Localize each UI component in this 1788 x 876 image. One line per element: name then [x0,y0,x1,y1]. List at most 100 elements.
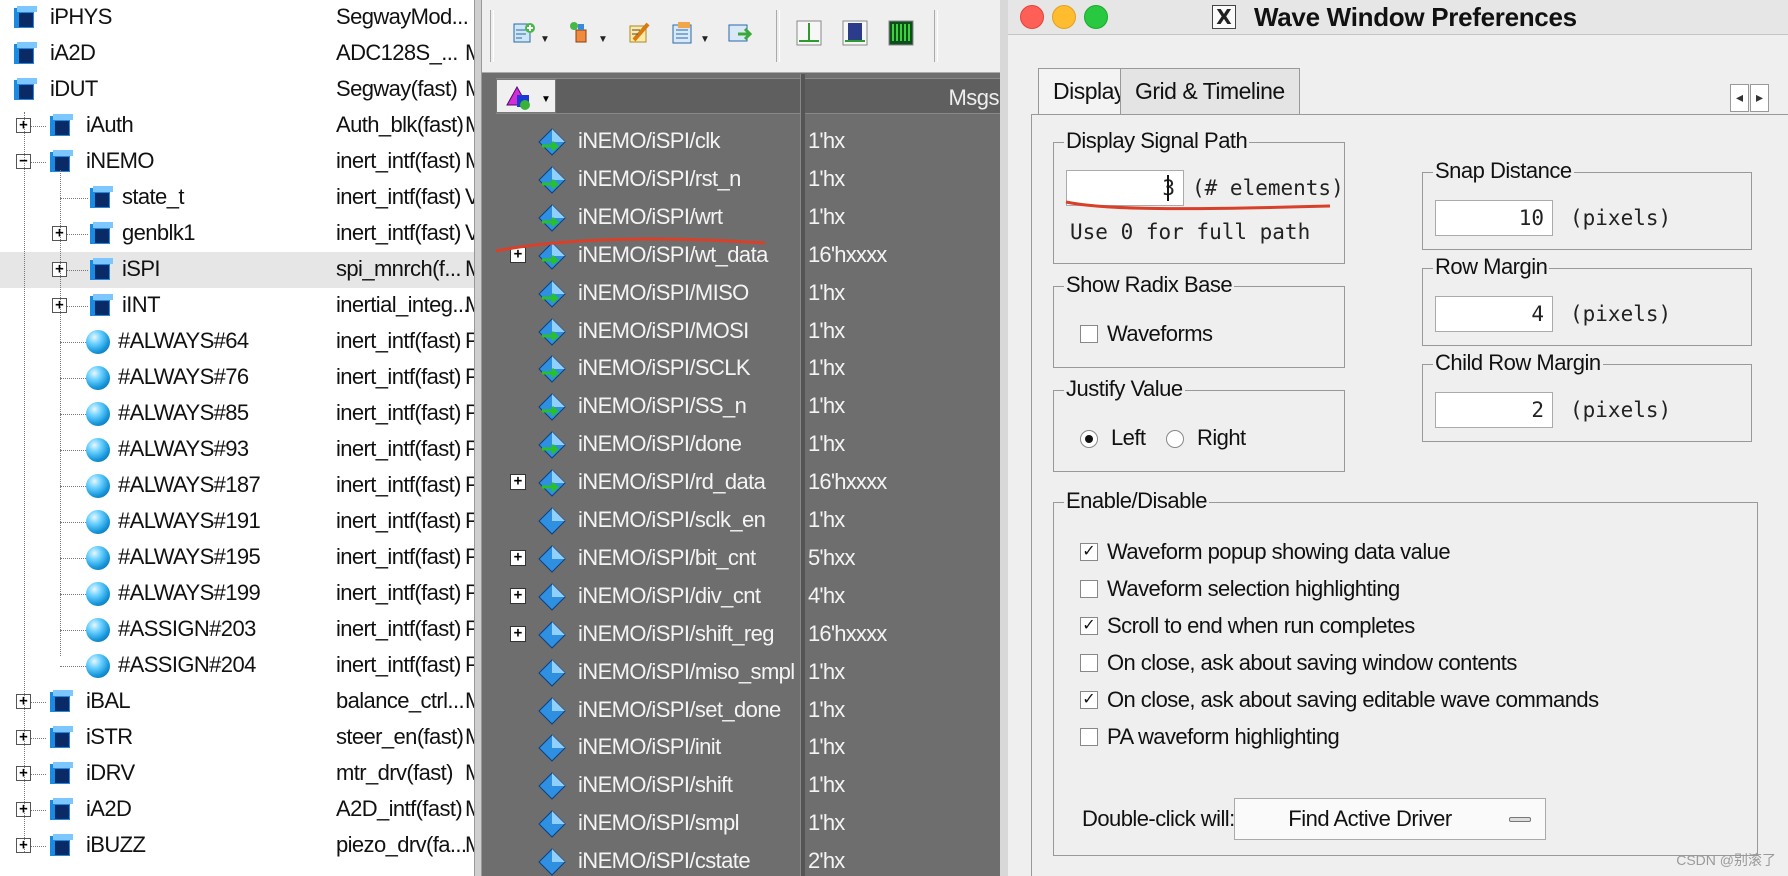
hierarchy-row[interactable]: #ALWAYS#76 inert_intf(fast) P [0,360,474,396]
design-unit: inert_intf(fast) [336,184,462,209]
enable-option-label: On close, ask about saving editable wave… [1107,687,1599,712]
tab-scroll-right-button[interactable]: ▸ [1750,84,1769,112]
design-unit: inert_intf(fast) [336,508,462,533]
snap-distance-input[interactable]: 10 [1435,200,1553,236]
instance-name: iSPI [122,256,161,281]
hierarchy-row[interactable]: #ALWAYS#191 inert_intf(fast) P [0,504,474,540]
window-title: Wave Window Preferences [1254,2,1577,32]
instance-name: iA2D [86,796,132,821]
waveforms-radix-checkbox[interactable] [1080,325,1098,343]
hierarchy-row[interactable]: iDUT Segway(fast) M [0,72,474,108]
hierarchy-row[interactable]: #ALWAYS#64 inert_intf(fast) P [0,324,474,360]
design-unit: steer_en(fast) [336,724,464,749]
group-legend: Enable/Disable [1064,488,1209,514]
instance-name: #ASSIGN#203 [118,616,256,641]
instance-name: #ALWAYS#195 [118,544,261,569]
design-unit-type: M [465,760,474,786]
design-unit-type: M [465,796,474,822]
instance-name: iBAL [86,688,131,713]
process-icon [86,546,110,570]
instance-name: #ALWAYS#76 [118,364,249,389]
tree-connector [60,594,88,595]
design-unit: inert_intf(fast) [336,148,462,173]
hierarchy-row[interactable]: #ALWAYS#199 inert_intf(fast) P [0,576,474,612]
tab-grid-timeline[interactable]: Grid & Timeline [1120,68,1300,114]
instance-icon [50,726,73,748]
design-unit-type: P [465,436,474,461]
hierarchy-row[interactable]: #ALWAYS#93 inert_intf(fast) P [0,432,474,468]
child-row-margin-input[interactable]: 2 [1435,392,1553,428]
preferences-dialog: X Wave Window Preferences Display Grid &… [1008,0,1788,876]
panel-divider[interactable] [474,0,482,876]
enable-option-label: Waveform popup showing data value [1107,539,1451,564]
enable-option-checkbox[interactable] [1080,728,1098,746]
titlebar: X Wave Window Preferences [1008,0,1788,35]
design-unit: inert_intf(fast) [336,544,462,569]
close-window-button[interactable] [1020,5,1044,29]
design-unit-type: M [465,832,474,858]
process-icon [86,402,110,426]
design-unit: ADC128S_... [336,40,458,65]
design-unit-type: M [465,76,474,102]
hierarchy-row[interactable]: #ASSIGN#204 inert_intf(fast) P [0,648,474,684]
hierarchy-row[interactable]: +iDRVmtr_drv(fast)M [0,756,474,792]
tree-connector [60,170,61,656]
annotation-underline [1065,200,1331,211]
enable-option-checkbox[interactable]: ✓ [1080,691,1098,709]
hierarchy-row[interactable]: iPHYS SegwayMod... [0,0,474,36]
child-row-margin-unit: (pixels) [1570,398,1672,422]
enable-option-checkbox[interactable] [1080,654,1098,672]
process-icon [86,582,110,606]
zoom-window-button[interactable] [1084,5,1108,29]
hierarchy-row[interactable]: +iBALbalance_ctrl...M [0,684,474,720]
design-unit: spi_mnrch(f... [336,256,461,281]
enable-option-checkbox[interactable]: ✓ [1080,543,1098,561]
tree-connector [60,486,88,487]
hierarchy-row[interactable]: +iA2DA2D_intf(fast)M [0,792,474,828]
enable-option-label: Scroll to end when run completes [1107,613,1415,638]
instance-name: #ALWAYS#191 [118,508,261,533]
hierarchy-row[interactable]: +iSTRsteer_en(fast)M [0,720,474,756]
design-unit: mtr_drv(fast) [336,760,453,785]
justify-left-radio[interactable] [1080,430,1098,448]
hierarchy-row[interactable]: #ALWAYS#195 inert_intf(fast) P [0,540,474,576]
x11-app-icon: X [1212,5,1236,29]
instance-icon [50,114,73,136]
hierarchy-row[interactable]: + genblk1 inert_intf(fast) V [0,216,474,252]
hierarchy-row[interactable]: #ALWAYS#85 inert_intf(fast) P [0,396,474,432]
design-unit: inertial_integ... [336,292,469,317]
instance-name: iBUZZ [86,832,146,857]
annotation-underline [495,237,766,253]
enable-option-label: Waveform selection highlighting [1107,576,1400,601]
hierarchy-row[interactable]: −iNEMOinert_intf(fast)M [0,144,474,180]
row-margin-input[interactable]: 4 [1435,296,1553,332]
enable-option-label: PA waveform highlighting [1107,724,1340,749]
hierarchy-row[interactable]: +iAuthAuth_blk(fast)M [0,108,474,144]
justify-right-radio[interactable] [1166,430,1184,448]
tab-scroll-left-button[interactable]: ◂ [1730,84,1749,112]
hierarchy-row[interactable]: iA2D ADC128S_... M [0,36,474,72]
hierarchy-row[interactable]: +iINTinertial_integ...M [0,288,474,324]
hierarchy-row[interactable]: #ALWAYS#187 inert_intf(fast) P [0,468,474,504]
design-unit: piezo_drv(fa... [336,832,467,857]
design-unit-type: P [465,544,474,569]
minimize-window-button[interactable] [1052,5,1076,29]
instance-icon [50,690,73,712]
tree-connector [60,198,88,199]
hierarchy-row[interactable]: +iSPIspi_mnrch(f...M [0,252,474,288]
group-legend: Child Row Margin [1433,350,1603,376]
hierarchy-row[interactable]: +iBUZZpiezo_drv(fa...M [0,828,474,864]
enable-option-checkbox[interactable] [1080,580,1098,598]
wave-window: ▼ ▼ ▼ ▼ Msgs iNEMO/iSPI/clk 1'hx iNEMO/i… [482,0,1008,876]
justify-right-label: Right [1197,425,1246,450]
instance-name: state_t [122,184,184,209]
process-icon [86,438,110,462]
enable-option-checkbox[interactable]: ✓ [1080,617,1098,635]
group-legend: Justify Value [1064,376,1185,402]
group-legend: Snap Distance [1433,158,1574,184]
design-unit-type: V [465,184,474,209]
group-legend: Row Margin [1433,254,1550,280]
hierarchy-row[interactable]: #ASSIGN#203 inert_intf(fast) P [0,612,474,648]
hierarchy-row[interactable]: state_t inert_intf(fast) V [0,180,474,216]
double-click-action-select[interactable]: Find Active Driver [1234,798,1546,840]
